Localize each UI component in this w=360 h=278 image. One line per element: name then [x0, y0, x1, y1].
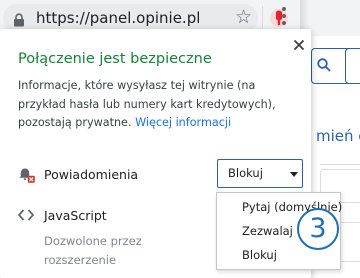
address-bar[interactable]: https://panel.opinie.pl ☆ [3, 4, 258, 32]
code-icon [18, 209, 34, 221]
more-info-link[interactable]: Więcej informacji [135, 116, 231, 129]
caret-down-icon [290, 172, 298, 177]
lock-icon[interactable] [13, 13, 25, 27]
kebab-menu-icon[interactable] [281, 7, 287, 27]
step-number-badge: 3 [297, 208, 339, 250]
page-button [345, 48, 360, 84]
permission-label: JavaScript [44, 208, 107, 223]
page-divider [320, 164, 360, 165]
select-value: Blokuj [228, 166, 263, 180]
popup-title: Połączenie jest bezpieczne [18, 51, 212, 67]
toolbar-separator [262, 6, 263, 30]
notifications-select[interactable]: Blokuj [217, 159, 303, 188]
option-block[interactable]: Blokuj [242, 248, 277, 262]
permission-label: Powiadomienia [44, 167, 139, 182]
url-text[interactable]: https://panel.opinie.pl [36, 9, 200, 27]
page-link-fragment: mień c [316, 127, 360, 145]
option-allow[interactable]: Zezwalaj [242, 224, 293, 238]
popup-description: Informacje, które wysyłasz tej witrynie … [18, 77, 300, 133]
close-icon[interactable] [293, 39, 305, 51]
permission-sublabel: Dozwolone przez rozszerzenie [44, 234, 142, 267]
extension-icon[interactable] [267, 6, 291, 30]
notifications-blocked-icon [19, 168, 35, 183]
search-icon [317, 58, 331, 72]
star-icon[interactable]: ☆ [235, 6, 252, 28]
